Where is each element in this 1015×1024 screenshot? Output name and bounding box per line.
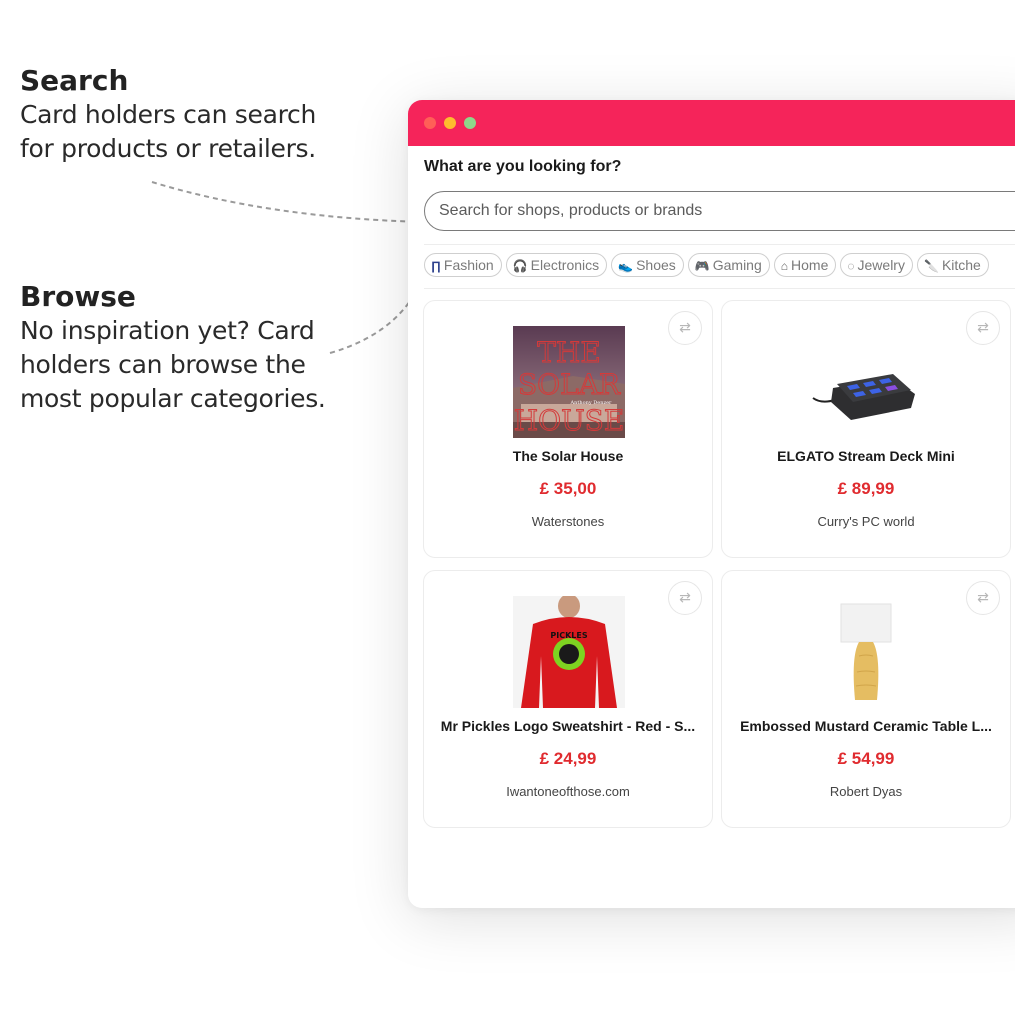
divider bbox=[424, 244, 1015, 245]
compare-icon[interactable]: ⇄ bbox=[668, 311, 702, 345]
browse-description-line: holders can browse the bbox=[20, 350, 306, 379]
category-chip-fashion[interactable]: ∏ Fashion bbox=[424, 253, 502, 277]
compare-icon[interactable]: ⇄ bbox=[966, 311, 1000, 345]
category-chip-label: Fashion bbox=[443, 257, 494, 273]
category-chip-home[interactable]: ⌂ Home bbox=[773, 253, 837, 277]
compare-icon[interactable]: ⇄ bbox=[966, 581, 1000, 615]
product-shop: Waterstones bbox=[531, 514, 605, 529]
product-shop: Iwantoneofthose.com bbox=[506, 784, 630, 799]
browse-annotation: Browse No inspiration yet? Card holders … bbox=[20, 280, 326, 416]
maximize-window-button[interactable] bbox=[464, 117, 476, 129]
window-titlebar bbox=[408, 100, 1015, 146]
app-window: What are you looking for? ∏Fashion🎧Elect… bbox=[408, 100, 1015, 908]
product-image-table-lamp bbox=[811, 596, 923, 708]
product-image-book-cover: THE SOLAR HOUSE Anthony Denzer bbox=[513, 326, 625, 438]
product-title: ELGATO Stream Deck Mini bbox=[777, 448, 955, 464]
search-prompt: What are you looking for? bbox=[424, 158, 622, 175]
close-window-button[interactable] bbox=[424, 117, 436, 129]
product-shop: Robert Dyas bbox=[829, 784, 903, 799]
category-chip-jewelry[interactable]: ◌ Jewelry bbox=[840, 253, 913, 277]
product-title: Embossed Mustard Ceramic Table L... bbox=[740, 718, 992, 734]
book-cover-author: Anthony Denzer bbox=[570, 400, 612, 406]
category-chip-label: Shoes bbox=[636, 257, 676, 273]
product-card[interactable]: ⇄ PICKLES Mr Pickles Logo Sweatshirt - R… bbox=[423, 570, 713, 828]
category-chip-gaming[interactable]: 🎮 Gaming bbox=[687, 253, 770, 277]
product-image-red-sweatshirt: PICKLES bbox=[513, 596, 625, 708]
browse-heading: Browse bbox=[20, 280, 136, 313]
product-card[interactable]: ⇄ Embossed Mustard Ceramic Table L... £ … bbox=[721, 570, 1011, 828]
category-chip-label: Gaming bbox=[712, 257, 762, 273]
product-title: Mr Pickles Logo Sweatshirt - Red - S... bbox=[440, 718, 696, 734]
product-price: £ 54,99 bbox=[837, 749, 895, 768]
category-chip-label: Home bbox=[791, 257, 829, 273]
knife-icon: 🔪 bbox=[923, 259, 939, 273]
category-chip-label: Electronics bbox=[530, 257, 600, 273]
category-chip-kitchen[interactable]: 🔪 Kitche bbox=[916, 253, 989, 277]
search-annotation: Search Card holders can search for produ… bbox=[20, 64, 316, 166]
product-price: £ 35,00 bbox=[539, 479, 597, 498]
jeans-icon: ∏ bbox=[431, 259, 441, 273]
category-chip-label: Jewelry bbox=[857, 257, 905, 273]
product-card[interactable]: ⇄ ELGATO Stream Deck Mini £ 89,99 Curry'… bbox=[721, 300, 1011, 558]
product-image-stream-deck bbox=[811, 326, 923, 438]
product-card[interactable]: ⇄ THE SOLAR HOUSE Anthony Denzer The Sol… bbox=[423, 300, 713, 558]
browse-description-line: most popular categories. bbox=[20, 384, 326, 413]
search-description-line: Card holders can search bbox=[20, 100, 317, 129]
browse-description-line: No inspiration yet? Card bbox=[20, 316, 315, 345]
gamepad-icon: 🎮 bbox=[694, 259, 710, 273]
product-price: £ 24,99 bbox=[539, 749, 597, 768]
divider bbox=[424, 288, 1015, 289]
book-cover-text: THE bbox=[537, 336, 601, 369]
category-chip-label: Kitche bbox=[941, 257, 981, 273]
search-page: What are you looking for? ∏Fashion🎧Elect… bbox=[408, 146, 1015, 908]
search-connector-line bbox=[151, 181, 425, 223]
product-title: The Solar House bbox=[512, 448, 624, 464]
category-chip-electronics[interactable]: 🎧 Electronics bbox=[505, 253, 608, 277]
shoe-icon: 👟 bbox=[618, 259, 634, 273]
category-chips: ∏ Fashion 🎧 Electronics 👟 Shoes 🎮 Gaming ⌂ Home ◌ J… bbox=[424, 253, 993, 277]
sweatshirt-print-text: PICKLES bbox=[550, 631, 587, 640]
minimize-window-button[interactable] bbox=[444, 117, 456, 129]
headphones-icon: 🎧 bbox=[512, 259, 528, 273]
compare-icon[interactable]: ⇄ bbox=[668, 581, 702, 615]
book-cover-text: HOUSE bbox=[514, 404, 625, 437]
product-shop: Curry's PC world bbox=[817, 514, 915, 529]
search-heading: Search bbox=[20, 64, 129, 97]
category-chip-shoes[interactable]: 👟 Shoes bbox=[611, 253, 684, 277]
ring-icon: ◌ bbox=[847, 259, 855, 273]
product-price: £ 89,99 bbox=[837, 479, 895, 498]
book-cover-text: SOLAR bbox=[518, 368, 621, 401]
search-description-line: for products or retailers. bbox=[20, 134, 316, 163]
house-icon: ⌂ bbox=[780, 259, 789, 273]
search-input[interactable] bbox=[424, 191, 1015, 231]
